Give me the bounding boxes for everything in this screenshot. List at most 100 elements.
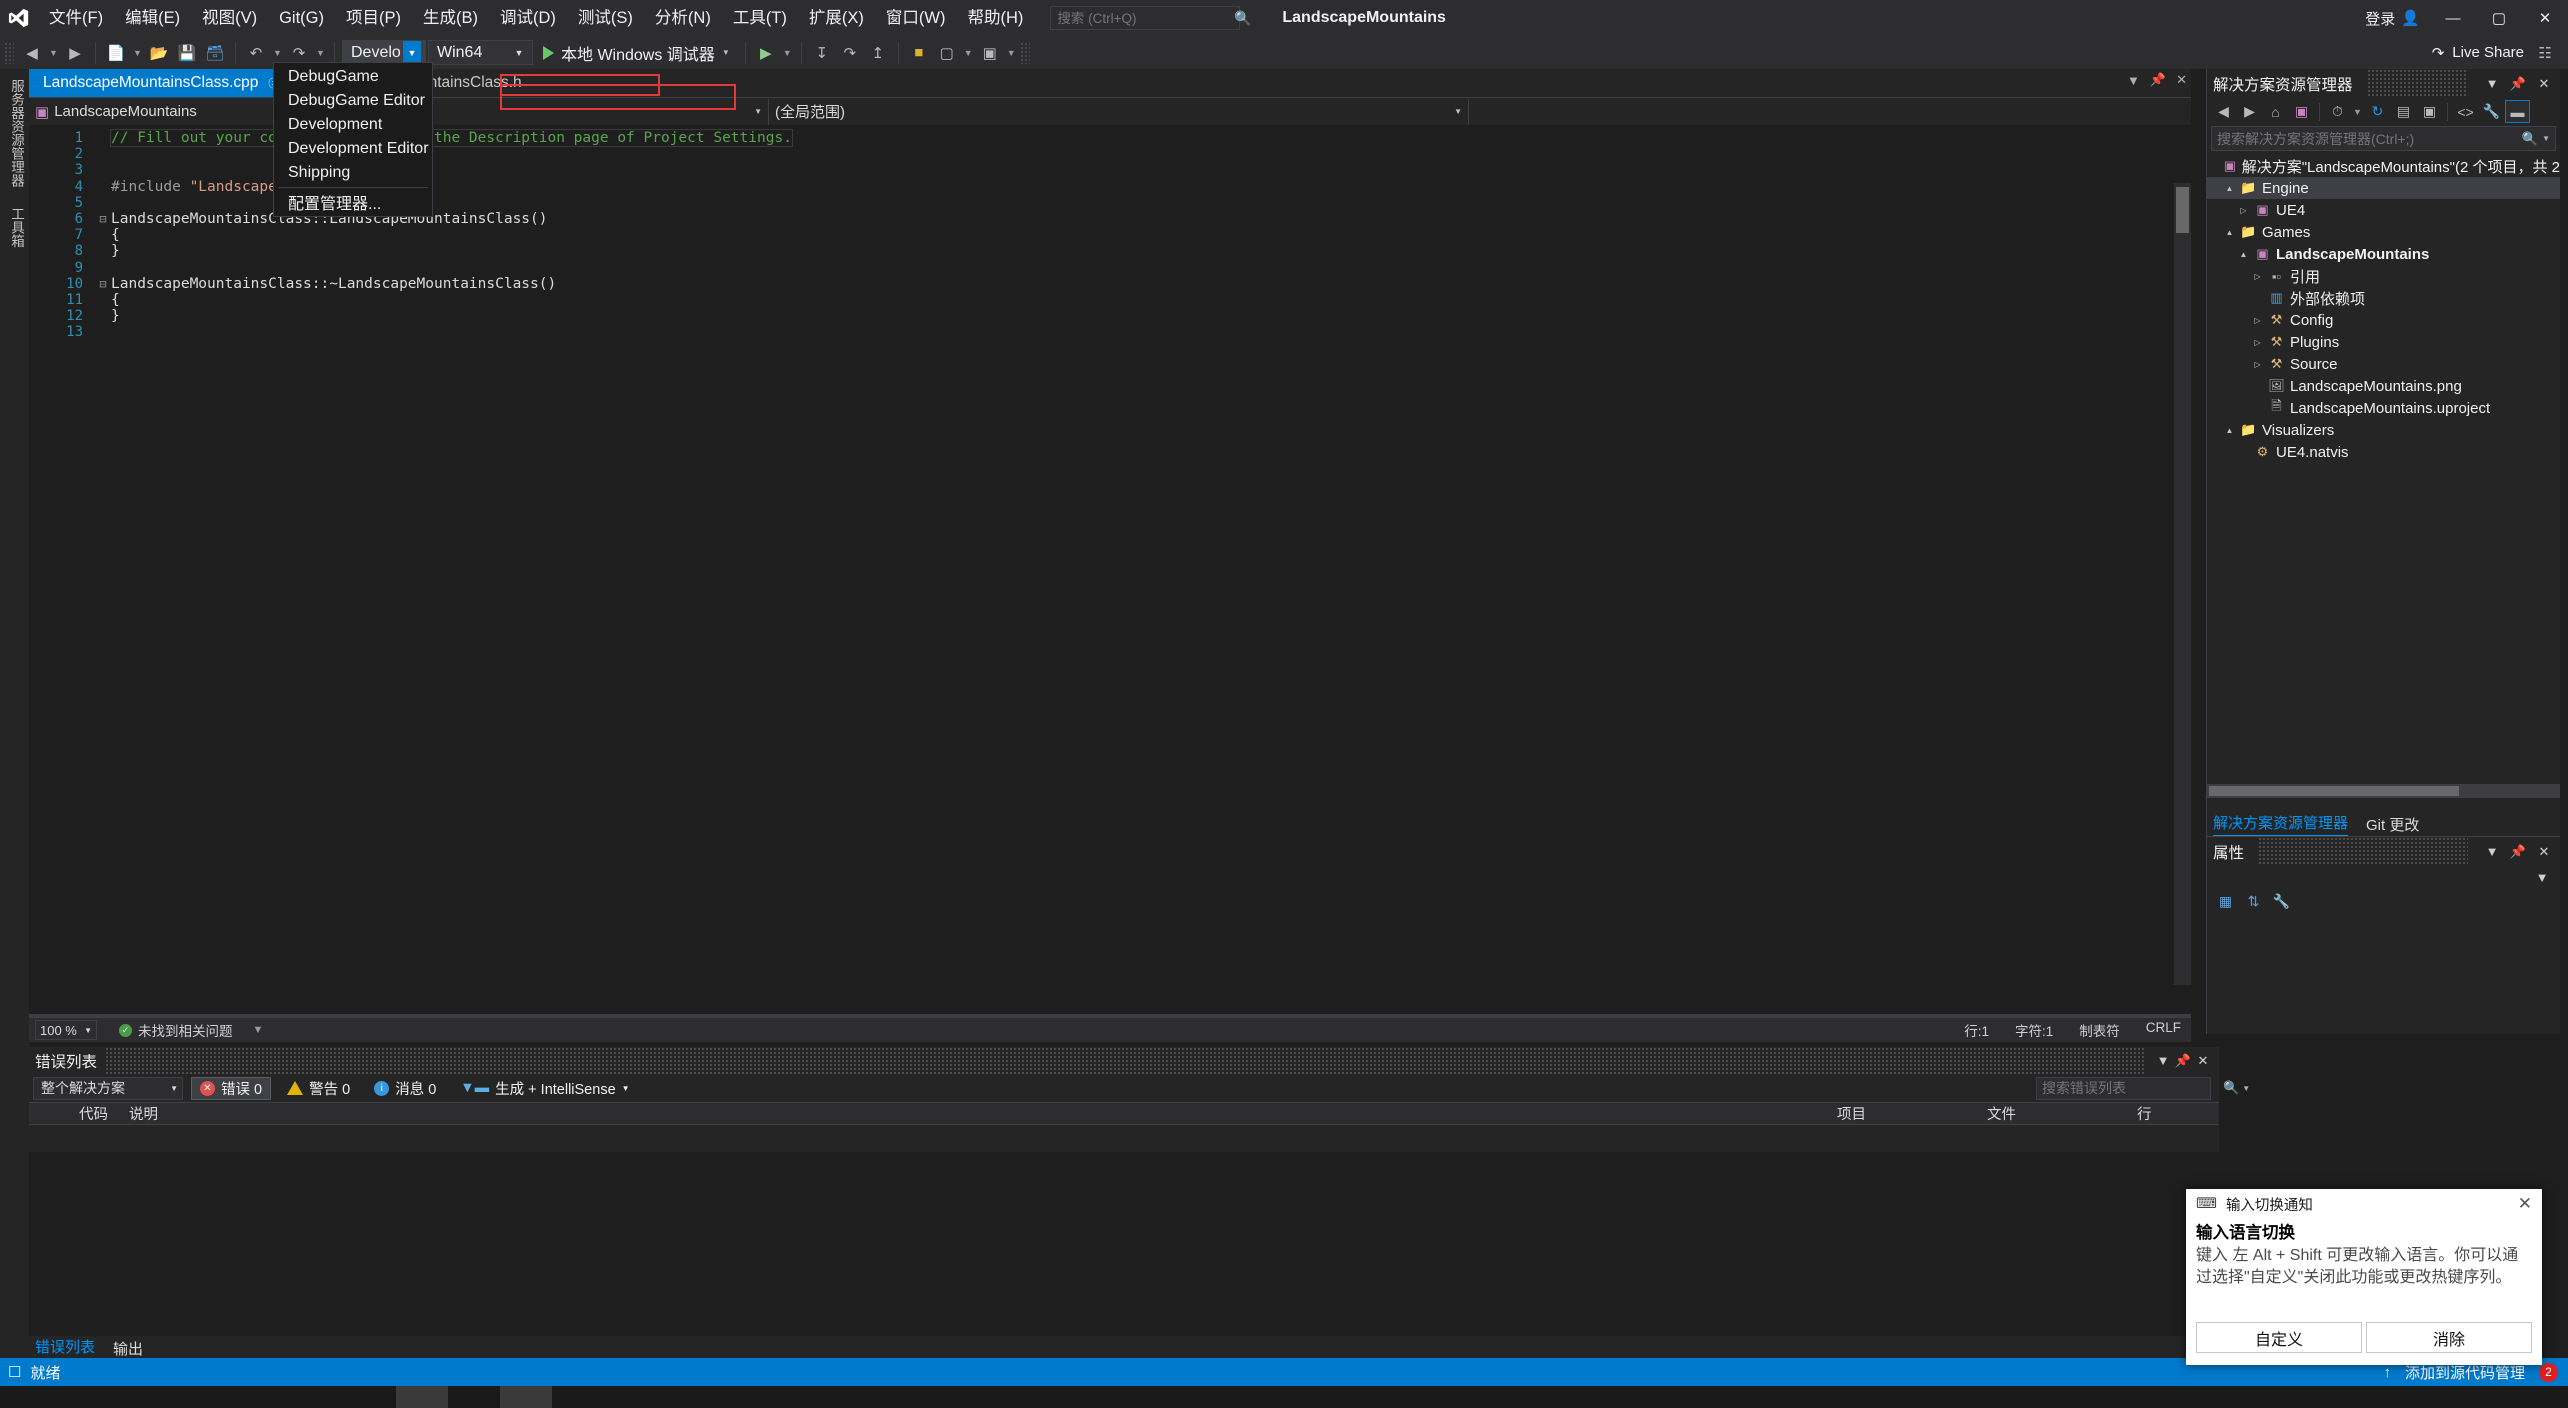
step-out-icon[interactable]: ↥ [865,40,891,66]
expander-icon[interactable]: ▷ [2249,360,2266,369]
solution-platform-combo[interactable]: Win64 ▼ [428,40,533,65]
tab-git-changes[interactable]: Git 更改 [2366,814,2419,835]
solution-explorer-hscroll-thumb[interactable] [2209,786,2459,796]
properties-wrench-icon[interactable]: 🔧 [2479,100,2504,123]
error-scope-combo[interactable]: 整个解决方案 ▼ [33,1076,183,1100]
document-tab-cpp[interactable]: LandscapeMountainsClass.cpp ⓧ ✕ [29,69,309,97]
navigation-project-chevron-icon[interactable]: ▼ [754,107,762,116]
fold-marker[interactable]: ⊟ [95,276,111,292]
code-line[interactable]: 10 ⊟ LandscapeMountainsClass::~LandscapeMo… [47,276,792,292]
tree-node-config[interactable]: ▷ ⚒ Config [2207,309,2560,331]
minimize-button[interactable]: — [2430,0,2476,36]
expander-icon[interactable]: ▲ [2221,426,2238,435]
editor-zoom-combo[interactable]: 100 % ▼ [35,1020,97,1040]
tree-root-solution[interactable]: ▣ 解决方案"LandscapeMountains"(2 个项目，共 2 [2207,155,2560,177]
code-line[interactable]: 7{ [47,227,792,243]
menu-project[interactable]: 项目(P) [335,3,412,33]
toolbar-overflow-grip[interactable] [1019,41,1030,64]
notification-badge[interactable]: 2 [2539,1362,2558,1382]
tab-error-list[interactable]: 错误列表 [35,1336,96,1360]
pending-changes-chevron-icon[interactable]: ▼ [2351,99,2364,125]
toast-customize-button[interactable]: 自定义 [2196,1322,2362,1353]
pin-window-icon[interactable]: 📌 [2150,72,2166,88]
nav-back-icon[interactable]: ◀ [2211,100,2236,123]
filter-warnings-button[interactable]: 警告 0 [279,1077,358,1100]
col-file[interactable]: 文件 [1979,1103,2129,1124]
expander-icon[interactable]: ▷ [2249,272,2266,281]
collapse-all-icon[interactable]: ▤ [2391,100,2416,123]
col-project[interactable]: 项目 [1829,1103,1979,1124]
properties-expand-chevron-icon[interactable]: ▼ [2532,866,2552,888]
code-editor[interactable]: 1 // Fill out your copyright notice in th… [29,126,2191,1007]
tree-node-ue4-natvis[interactable]: ⚙ UE4.natvis [2207,441,2560,463]
attach-process-icon[interactable]: ▶ [753,40,779,66]
undo-icon[interactable]: ↶ [243,40,269,66]
preview-selected-icon[interactable]: ▬ [2505,100,2530,123]
save-all-icon[interactable]: 🗃 [202,40,228,66]
col-description[interactable]: 说明 [121,1103,1829,1124]
start-debugging-button[interactable]: 本地 Windows 调试器 ▼ [535,40,738,66]
expander-icon[interactable]: ▲ [2221,184,2238,193]
comment-icon[interactable]: ▢ [934,40,960,66]
toast-close-icon[interactable]: ✕ [2518,1194,2532,1214]
global-search-box[interactable]: 🔍 [1050,6,1252,30]
tree-node--[interactable]: ▥ 外部依赖项 [2207,287,2560,309]
tree-node--[interactable]: ▷ ▪▫ 引用 [2207,265,2560,287]
editor-vertical-scrollbar[interactable] [2174,183,2191,985]
panel-pin-icon[interactable]: 📌 [2508,73,2528,95]
tab-list-dropdown-icon[interactable]: ▼ [2127,73,2140,88]
chevron-down-icon[interactable]: ▼ [403,41,421,64]
properties-close-icon[interactable]: ✕ [2534,841,2554,863]
build-filter-chevron-icon[interactable]: ▼ [622,1084,630,1093]
tree-node-games[interactable]: ▲ 📁 Games [2207,221,2560,243]
step-over-icon[interactable]: ↷ [837,40,863,66]
platform-chevron-down-icon[interactable]: ▼ [510,41,528,64]
navigate-back-icon[interactable]: ◀ [19,40,45,66]
editor-scroll-thumb[interactable] [2176,187,2189,233]
global-search-input[interactable] [1057,10,1235,26]
code-line[interactable]: 8} [47,243,792,259]
tree-node-landscapemountains-png[interactable]: 🖼 LandscapeMountains.png [2207,375,2560,397]
search-options-chevron-icon[interactable]: ▼ [2542,134,2550,143]
config-item-manager[interactable]: 配置管理器... [274,190,432,214]
tree-node-landscapemountains[interactable]: ▲ ▣ LandscapeMountains [2207,243,2560,265]
home-icon[interactable]: ⌂ [2263,100,2288,123]
highlight-icon[interactable]: ■ [906,40,932,66]
sidebar-item-toolbox[interactable]: 工具箱 [0,197,32,258]
solution-explorer-search-input[interactable] [2217,130,2522,147]
feedback-icon[interactable]: ☷ [2532,40,2558,66]
zoom-chevron-icon[interactable]: ▼ [84,1026,92,1035]
error-list-search-input[interactable] [2042,1080,2223,1096]
config-item-development[interactable]: Development [274,113,432,137]
expander-icon[interactable]: ▲ [2221,228,2238,237]
toast-dismiss-button[interactable]: 消除 [2366,1322,2532,1353]
tree-node-visualizers[interactable]: ▲ 📁 Visualizers [2207,419,2560,441]
menu-help[interactable]: 帮助(H) [956,3,1034,33]
maximize-button[interactable]: ▢ [2476,0,2522,36]
col-code[interactable]: 代码 [71,1103,121,1124]
sign-in-button[interactable]: 登录 👤 [2355,8,2430,29]
pending-changes-icon[interactable]: ⏱ [2325,100,2350,123]
error-list-close-icon[interactable]: ✕ [2193,1050,2213,1072]
config-item-debuggame[interactable]: DebugGame [274,65,432,89]
solution-root-icon[interactable]: ▣ [2289,100,2314,123]
code-line[interactable]: 12} [47,308,792,324]
sidebar-item-server-explorer[interactable]: 服务器资源管理器 [0,69,32,197]
nav-forward-icon[interactable]: ▶ [2237,100,2262,123]
expander-icon[interactable]: ▲ [2235,250,2252,259]
menu-tools[interactable]: 工具(T) [722,3,798,33]
menu-debug[interactable]: 调试(D) [489,3,567,33]
comment-dropdown-icon[interactable]: ▼ [962,40,975,66]
save-icon[interactable]: 💾 [174,40,200,66]
tree-node-engine[interactable]: ▲ 📁 Engine [2207,177,2560,199]
menu-extensions[interactable]: 扩展(X) [798,3,875,33]
editor-gutter[interactable] [29,126,47,1007]
navigation-scope-chevron-icon[interactable]: ▼ [1454,107,1462,116]
show-all-files-icon[interactable]: ▣ [2417,100,2442,123]
diagnostics-chevron-icon[interactable]: ▼ [253,1024,264,1036]
menu-build[interactable]: 生成(B) [412,3,489,33]
search-chevron-icon[interactable]: ▼ [2242,1084,2250,1093]
error-scope-chevron-icon[interactable]: ▼ [170,1084,178,1093]
properties-drag-grip[interactable] [2258,837,2468,866]
tab-solution-explorer[interactable]: 解决方案资源管理器 [2213,812,2349,836]
